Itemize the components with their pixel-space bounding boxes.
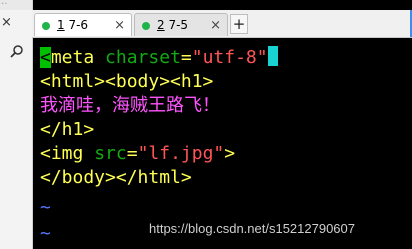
left-window-title: ...: [0, 0, 32, 10]
tab-7-5[interactable]: 2 7-5 ×: [134, 13, 228, 36]
empty-line-marker: ~: [40, 223, 51, 244]
code-line-1: <meta charset="utf-8": [40, 46, 278, 70]
code-line-2: <html><body><h1>: [40, 71, 214, 92]
cursor-char: <: [40, 47, 51, 68]
close-icon[interactable]: ×: [114, 14, 125, 37]
watermark-text: https://blog.csdn.net/s15212790607: [149, 221, 355, 236]
vim-editor[interactable]: <meta charset="utf-8" <html><body><h1> 我…: [33, 38, 412, 249]
tab-bar: 1 7-6 × 2 7-5 × +: [32, 10, 412, 38]
tab-label: 2 7-5: [157, 18, 189, 32]
code-line-5: <img src="lf.jpg">: [40, 143, 236, 164]
text-cursor: [267, 46, 278, 66]
code-line-4: </h1>: [40, 119, 95, 140]
tab-label: 1 7-6: [57, 18, 89, 32]
modified-status-icon: [142, 22, 150, 30]
close-icon[interactable]: ×: [210, 14, 221, 37]
left-window-strip: ... ×: [0, 0, 33, 249]
new-tab-button[interactable]: +: [230, 14, 248, 34]
code-line-6: </body></html>: [40, 167, 192, 188]
code-line-3: 我滴哇，海贼王路飞！: [40, 95, 220, 116]
empty-line-marker: ~: [40, 197, 51, 218]
close-icon[interactable]: ×: [1, 16, 15, 30]
modified-status-icon: [42, 22, 50, 30]
tab-7-6[interactable]: 1 7-6 ×: [34, 13, 132, 36]
search-icon[interactable]: [10, 44, 32, 62]
